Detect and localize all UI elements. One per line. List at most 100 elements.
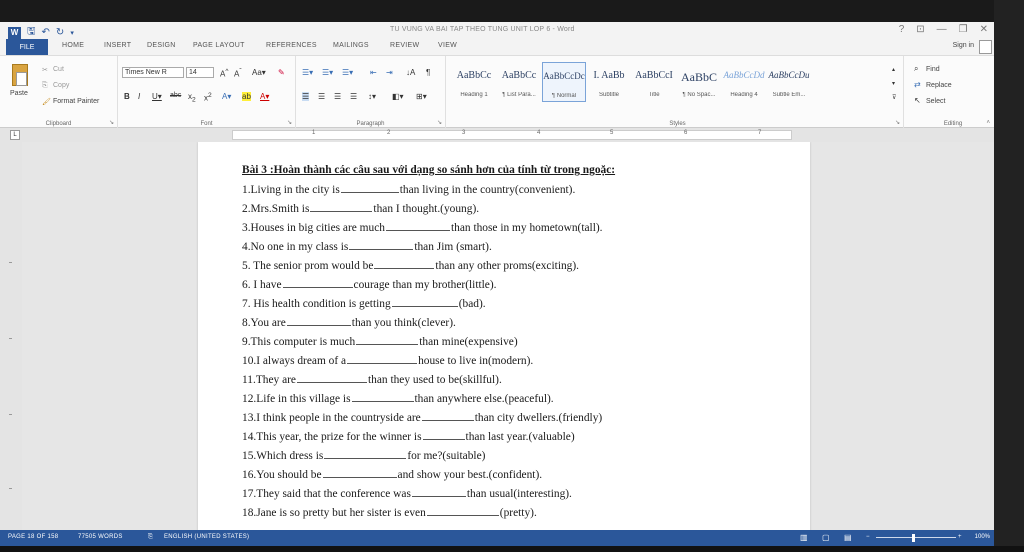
proofing-icon[interactable]: ⎘ bbox=[148, 534, 153, 541]
customize-qat-icon[interactable]: ▾ bbox=[70, 29, 74, 37]
cut-button[interactable]: Cut bbox=[53, 66, 64, 73]
replace-icon[interactable]: ⇄ bbox=[914, 80, 921, 89]
borders-icon[interactable]: ⊞▾ bbox=[416, 92, 427, 101]
style-title[interactable]: AaBbCcI Title bbox=[632, 62, 676, 102]
select-icon[interactable]: ↖ bbox=[914, 96, 921, 105]
answer-blank[interactable] bbox=[322, 468, 397, 478]
style-subtle-emphasis[interactable]: AaBbCcDu Subtle Em... bbox=[767, 62, 811, 102]
styles-launcher-icon[interactable]: ↘ bbox=[895, 119, 900, 126]
format-painter-button[interactable]: Format Painter bbox=[53, 98, 99, 105]
sign-in-link[interactable]: Sign in bbox=[953, 42, 974, 49]
horizontal-ruler[interactable]: L 1 2 3 4 5 6 7 bbox=[0, 128, 996, 142]
zoom-slider[interactable] bbox=[876, 537, 956, 538]
answer-blank[interactable] bbox=[385, 221, 450, 231]
style-subtitle[interactable]: I. AaBb Subtitle bbox=[587, 62, 631, 102]
language-indicator[interactable]: ENGLISH (UNITED STATES) bbox=[164, 534, 249, 540]
strikethrough-icon[interactable]: abc bbox=[170, 92, 181, 99]
tab-review[interactable]: REVIEW bbox=[390, 42, 419, 49]
redo-icon[interactable]: ↻ bbox=[56, 27, 64, 38]
tab-design[interactable]: DESIGN bbox=[147, 42, 176, 49]
paste-icon[interactable] bbox=[12, 64, 28, 86]
bold-icon[interactable]: B bbox=[124, 92, 130, 101]
styles-scroll-up-icon[interactable]: ▴ bbox=[892, 66, 895, 73]
zoom-out-icon[interactable]: − bbox=[866, 534, 870, 540]
word-count[interactable]: 77505 WORDS bbox=[78, 534, 123, 540]
find-button[interactable]: Find bbox=[926, 66, 940, 73]
show-hide-icon[interactable]: ¶ bbox=[426, 68, 430, 77]
line-spacing-icon[interactable]: ↕▾ bbox=[368, 92, 376, 101]
tab-file[interactable]: FILE bbox=[6, 39, 48, 55]
answer-blank[interactable] bbox=[374, 259, 435, 269]
zoom-in-icon[interactable]: + bbox=[958, 534, 962, 540]
print-layout-icon[interactable]: ▢ bbox=[822, 533, 830, 542]
justify-icon[interactable]: ☰ bbox=[350, 92, 357, 101]
avatar[interactable] bbox=[979, 40, 992, 54]
numbering-icon[interactable]: ☰▾ bbox=[322, 68, 333, 77]
answer-blank[interactable] bbox=[356, 335, 419, 345]
bullets-icon[interactable]: ☰▾ bbox=[302, 68, 313, 77]
style-heading-4[interactable]: AaBbCcDd Heading 4 bbox=[722, 62, 766, 102]
maximize-button[interactable]: ❐ bbox=[959, 24, 968, 35]
subscript-icon[interactable]: x2 bbox=[188, 92, 196, 104]
answer-blank[interactable] bbox=[421, 411, 474, 421]
paragraph-launcher-icon[interactable]: ↘ bbox=[437, 119, 442, 126]
clipboard-launcher-icon[interactable]: ↘ bbox=[109, 119, 114, 126]
format-painter-icon[interactable]: 🖌 bbox=[42, 98, 51, 106]
change-case-icon[interactable]: Aa▾ bbox=[252, 68, 266, 77]
answer-blank[interactable] bbox=[391, 297, 458, 307]
zoom-level[interactable]: 100% bbox=[975, 534, 990, 540]
zoom-slider-handle[interactable] bbox=[912, 534, 915, 542]
underline-icon[interactable]: U▾ bbox=[152, 92, 162, 101]
read-mode-icon[interactable]: ▥ bbox=[800, 533, 808, 542]
styles-more-icon[interactable]: ⊽ bbox=[892, 94, 896, 101]
collapse-ribbon-icon[interactable]: ˄ bbox=[986, 120, 990, 126]
tab-mailings[interactable]: MAILINGS bbox=[333, 42, 369, 49]
style-normal[interactable]: AaBbCcDc ¶ Normal bbox=[542, 62, 586, 102]
clear-formatting-icon[interactable]: ✎ bbox=[278, 68, 285, 77]
answer-blank[interactable] bbox=[286, 316, 351, 326]
answer-blank[interactable] bbox=[282, 278, 353, 288]
tab-view[interactable]: VIEW bbox=[438, 42, 457, 49]
ribbon-display-button[interactable]: ⊡ bbox=[916, 24, 924, 35]
answer-blank[interactable] bbox=[324, 449, 407, 459]
copy-button[interactable]: Copy bbox=[53, 82, 69, 89]
italic-icon[interactable]: I bbox=[138, 92, 140, 101]
text-effects-icon[interactable]: A▾ bbox=[222, 92, 231, 101]
answer-blank[interactable] bbox=[422, 430, 465, 440]
tab-references[interactable]: REFERENCES bbox=[266, 42, 317, 49]
find-icon[interactable]: ⌕ bbox=[914, 64, 918, 74]
vertical-ruler[interactable] bbox=[0, 142, 22, 530]
tab-page-layout[interactable]: PAGE LAYOUT bbox=[193, 42, 245, 49]
decrease-indent-icon[interactable]: ⇤ bbox=[370, 68, 377, 77]
minimize-button[interactable]: — bbox=[937, 24, 947, 35]
shrink-font-icon[interactable]: Aˇ bbox=[234, 68, 242, 79]
help-button[interactable]: ? bbox=[899, 24, 905, 35]
paste-button[interactable]: Paste bbox=[10, 90, 28, 97]
grow-font-icon[interactable]: A^ bbox=[220, 68, 228, 79]
answer-blank[interactable] bbox=[296, 373, 367, 383]
answer-blank[interactable] bbox=[349, 240, 414, 250]
tab-insert[interactable]: INSERT bbox=[104, 42, 131, 49]
shading-icon[interactable]: ◧▾ bbox=[392, 92, 404, 101]
page-count[interactable]: PAGE 18 OF 158 bbox=[8, 534, 58, 540]
style-heading-1[interactable]: AaBbCc Heading 1 bbox=[452, 62, 496, 102]
style-no-spacing[interactable]: AaBbC ¶ No Spac... bbox=[677, 62, 721, 102]
document-content[interactable]: Bài 3 :Hoàn thành các câu sau với dạng s… bbox=[242, 162, 762, 523]
align-right-icon[interactable]: ☰ bbox=[334, 92, 341, 101]
align-left-icon[interactable]: ☰ bbox=[302, 92, 310, 101]
close-button[interactable]: ✕ bbox=[980, 24, 988, 35]
font-launcher-icon[interactable]: ↘ bbox=[287, 119, 292, 126]
document-area[interactable]: Bài 3 :Hoàn thành các câu sau với dạng s… bbox=[22, 142, 996, 530]
document-page[interactable]: Bài 3 :Hoàn thành các câu sau với dạng s… bbox=[198, 142, 810, 530]
answer-blank[interactable] bbox=[340, 183, 399, 193]
font-color-icon[interactable]: A▾ bbox=[260, 92, 269, 101]
answer-blank[interactable] bbox=[310, 202, 373, 212]
replace-button[interactable]: Replace bbox=[926, 82, 952, 89]
multilevel-list-icon[interactable]: ☰▾ bbox=[342, 68, 353, 77]
web-layout-icon[interactable]: ▤ bbox=[844, 533, 852, 542]
style-list-paragraph[interactable]: AaBbCc ¶ List Para... bbox=[497, 62, 541, 102]
cut-icon[interactable]: ✂ bbox=[42, 66, 48, 74]
answer-blank[interactable] bbox=[351, 392, 414, 402]
sort-icon[interactable]: ↓A bbox=[406, 68, 415, 77]
font-name-box[interactable]: Times New R bbox=[122, 67, 184, 78]
